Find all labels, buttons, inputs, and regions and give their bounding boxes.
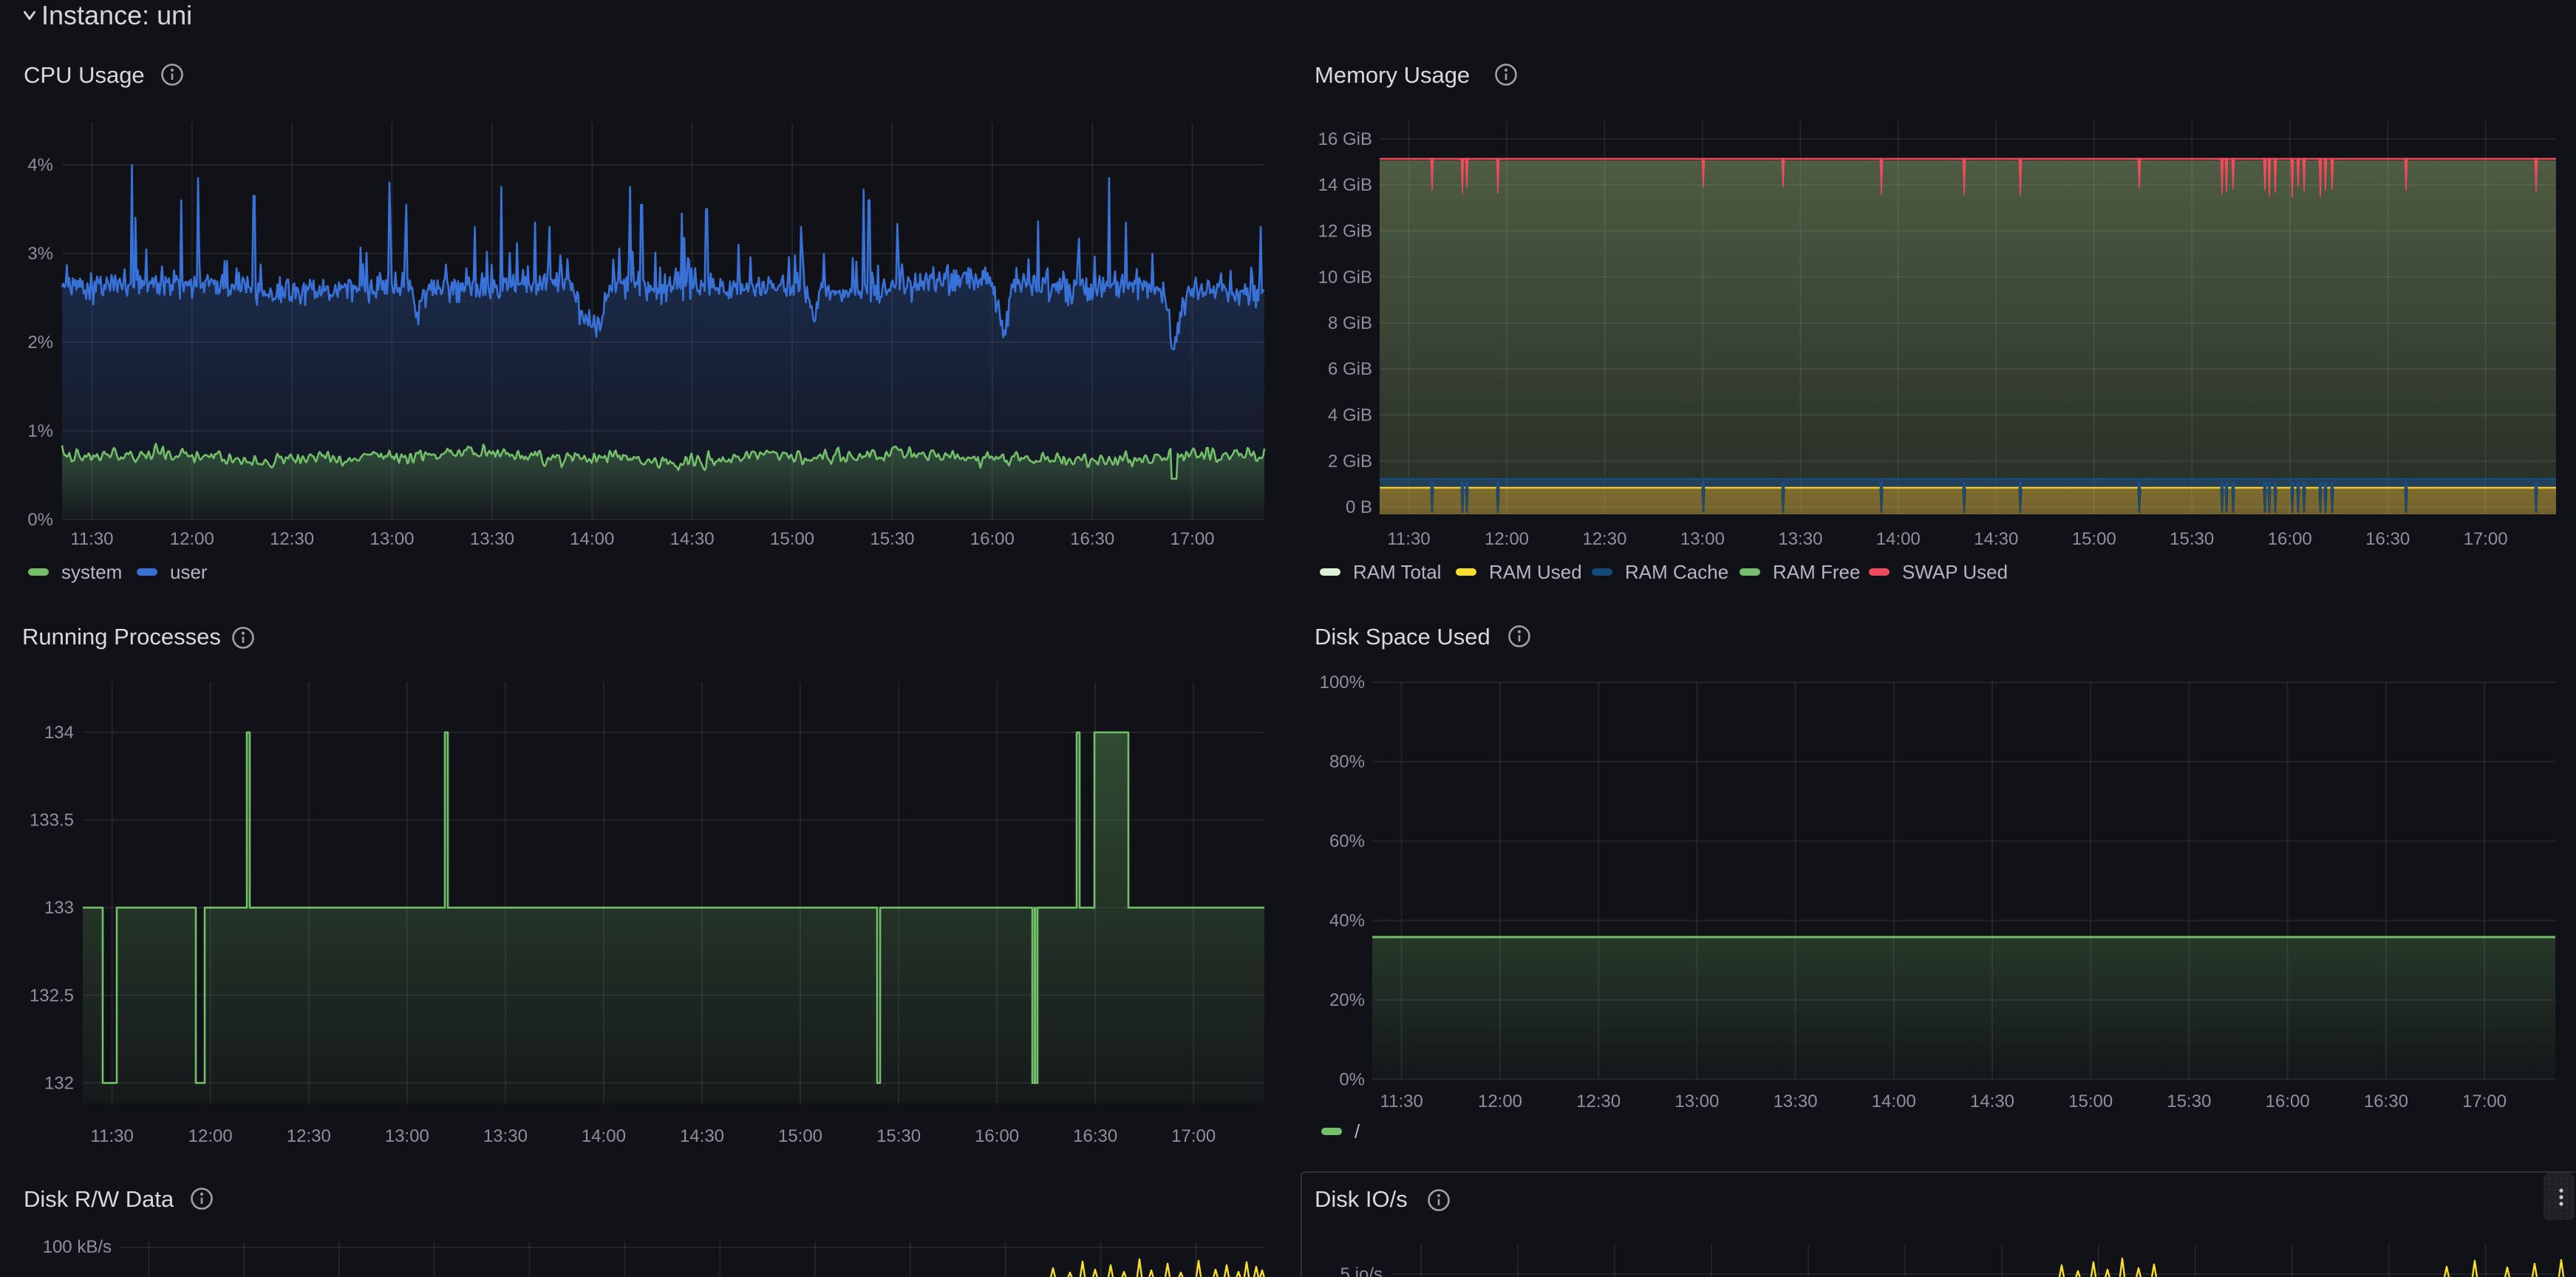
svg-text:15:30: 15:30 — [870, 529, 914, 549]
svg-text:16 GiB: 16 GiB — [1318, 129, 1372, 149]
svg-text:Memory Usage: Memory Usage — [1315, 62, 1470, 88]
svg-text:16:00: 16:00 — [2268, 529, 2312, 549]
svg-text:user: user — [170, 561, 208, 583]
svg-text:8 GiB: 8 GiB — [1328, 313, 1372, 333]
svg-text:15:00: 15:00 — [770, 529, 814, 549]
svg-text:15:30: 15:30 — [2170, 529, 2214, 549]
svg-text:0%: 0% — [1339, 1070, 1365, 1090]
svg-text:6 GiB: 6 GiB — [1328, 359, 1372, 379]
svg-text:12:30: 12:30 — [287, 1126, 331, 1146]
svg-text:17:00: 17:00 — [1170, 529, 1214, 549]
svg-text:132: 132 — [44, 1073, 74, 1093]
svg-text:11:30: 11:30 — [70, 529, 113, 549]
svg-text:14:00: 14:00 — [582, 1126, 626, 1146]
svg-text:12:00: 12:00 — [188, 1126, 233, 1146]
svg-text:3%: 3% — [27, 244, 53, 264]
svg-text:12:00: 12:00 — [170, 529, 214, 549]
svg-text:14:30: 14:30 — [1970, 1092, 2014, 1111]
svg-text:12:30: 12:30 — [1576, 1092, 1621, 1111]
svg-text:17:00: 17:00 — [2464, 529, 2508, 549]
svg-text:14:00: 14:00 — [1876, 529, 1921, 549]
svg-text:Disk R/W Data: Disk R/W Data — [24, 1186, 174, 1212]
svg-text:100%: 100% — [1320, 672, 1365, 692]
svg-text:80%: 80% — [1329, 752, 1365, 772]
svg-text:system: system — [61, 561, 122, 583]
svg-text:RAM Used: RAM Used — [1489, 561, 1582, 583]
svg-text:13:30: 13:30 — [1773, 1092, 1818, 1111]
svg-text:14:30: 14:30 — [680, 1126, 724, 1146]
svg-text:15:30: 15:30 — [2167, 1092, 2211, 1111]
svg-text:SWAP Used: SWAP Used — [1902, 561, 2008, 583]
svg-text:12:00: 12:00 — [1478, 1092, 1522, 1111]
svg-text:14:00: 14:00 — [570, 529, 614, 549]
svg-text:13:30: 13:30 — [470, 529, 514, 549]
svg-text:2%: 2% — [27, 333, 53, 353]
svg-text:17:00: 17:00 — [2462, 1092, 2507, 1111]
svg-text:1%: 1% — [27, 421, 53, 441]
svg-text:Disk Space Used: Disk Space Used — [1315, 624, 1490, 650]
svg-text:13:30: 13:30 — [1778, 529, 1822, 549]
svg-text:11:30: 11:30 — [1380, 1092, 1423, 1111]
svg-text:14:30: 14:30 — [1974, 529, 2018, 549]
svg-text:RAM Cache: RAM Cache — [1625, 561, 1728, 583]
svg-text:11:30: 11:30 — [91, 1126, 134, 1146]
svg-text:5 io/s: 5 io/s — [1340, 1264, 1383, 1277]
svg-text:13:00: 13:00 — [1680, 529, 1725, 549]
svg-text:14:00: 14:00 — [1872, 1092, 1916, 1111]
svg-text:14:30: 14:30 — [670, 529, 715, 549]
svg-text:RAM Total: RAM Total — [1353, 561, 1441, 583]
svg-text:13:00: 13:00 — [385, 1126, 429, 1146]
svg-text:/: / — [1355, 1120, 1360, 1143]
svg-text:16:00: 16:00 — [975, 1126, 1019, 1146]
svg-text:16:30: 16:30 — [1073, 1126, 1117, 1146]
svg-text:16:30: 16:30 — [2365, 529, 2410, 549]
svg-text:CPU Usage: CPU Usage — [24, 62, 145, 88]
svg-text:16:30: 16:30 — [2364, 1092, 2408, 1111]
svg-text:12:30: 12:30 — [1582, 529, 1626, 549]
svg-text:14 GiB: 14 GiB — [1318, 175, 1372, 195]
svg-text:15:00: 15:00 — [2068, 1092, 2113, 1111]
svg-text:133: 133 — [44, 898, 74, 918]
svg-text:134: 134 — [44, 723, 74, 743]
svg-text:12:00: 12:00 — [1485, 529, 1529, 549]
svg-text:15:30: 15:30 — [876, 1126, 921, 1146]
svg-text:13:00: 13:00 — [1674, 1092, 1719, 1111]
svg-text:13:30: 13:30 — [483, 1126, 528, 1146]
svg-text:12:30: 12:30 — [270, 529, 314, 549]
svg-text:10 GiB: 10 GiB — [1318, 268, 1372, 287]
svg-text:4%: 4% — [27, 155, 53, 175]
svg-text:Running Processes: Running Processes — [22, 624, 221, 650]
svg-text:0%: 0% — [27, 510, 53, 530]
svg-text:60%: 60% — [1329, 831, 1365, 851]
svg-text:15:00: 15:00 — [778, 1126, 822, 1146]
svg-text:17:00: 17:00 — [1171, 1126, 1216, 1146]
svg-text:100 kB/s: 100 kB/s — [43, 1237, 112, 1257]
svg-text:40%: 40% — [1329, 911, 1365, 931]
svg-text:20%: 20% — [1329, 990, 1365, 1010]
svg-text:132.5: 132.5 — [30, 986, 74, 1006]
svg-text:13:00: 13:00 — [369, 529, 414, 549]
svg-text:Disk IO/s: Disk IO/s — [1315, 1186, 1408, 1212]
svg-text:12 GiB: 12 GiB — [1318, 222, 1372, 242]
svg-text:133.5: 133.5 — [30, 811, 74, 831]
svg-text:0 B: 0 B — [1346, 497, 1372, 517]
svg-text:16:30: 16:30 — [1070, 529, 1114, 549]
svg-text:11:30: 11:30 — [1387, 529, 1430, 549]
svg-text:16:00: 16:00 — [970, 529, 1015, 549]
svg-text:16:00: 16:00 — [2266, 1092, 2310, 1111]
svg-text:Instance: uni: Instance: uni — [41, 0, 192, 30]
svg-text:15:00: 15:00 — [2072, 529, 2116, 549]
svg-text:4 GiB: 4 GiB — [1328, 406, 1372, 426]
svg-text:2 GiB: 2 GiB — [1328, 452, 1372, 471]
svg-text:RAM Free: RAM Free — [1773, 561, 1860, 583]
